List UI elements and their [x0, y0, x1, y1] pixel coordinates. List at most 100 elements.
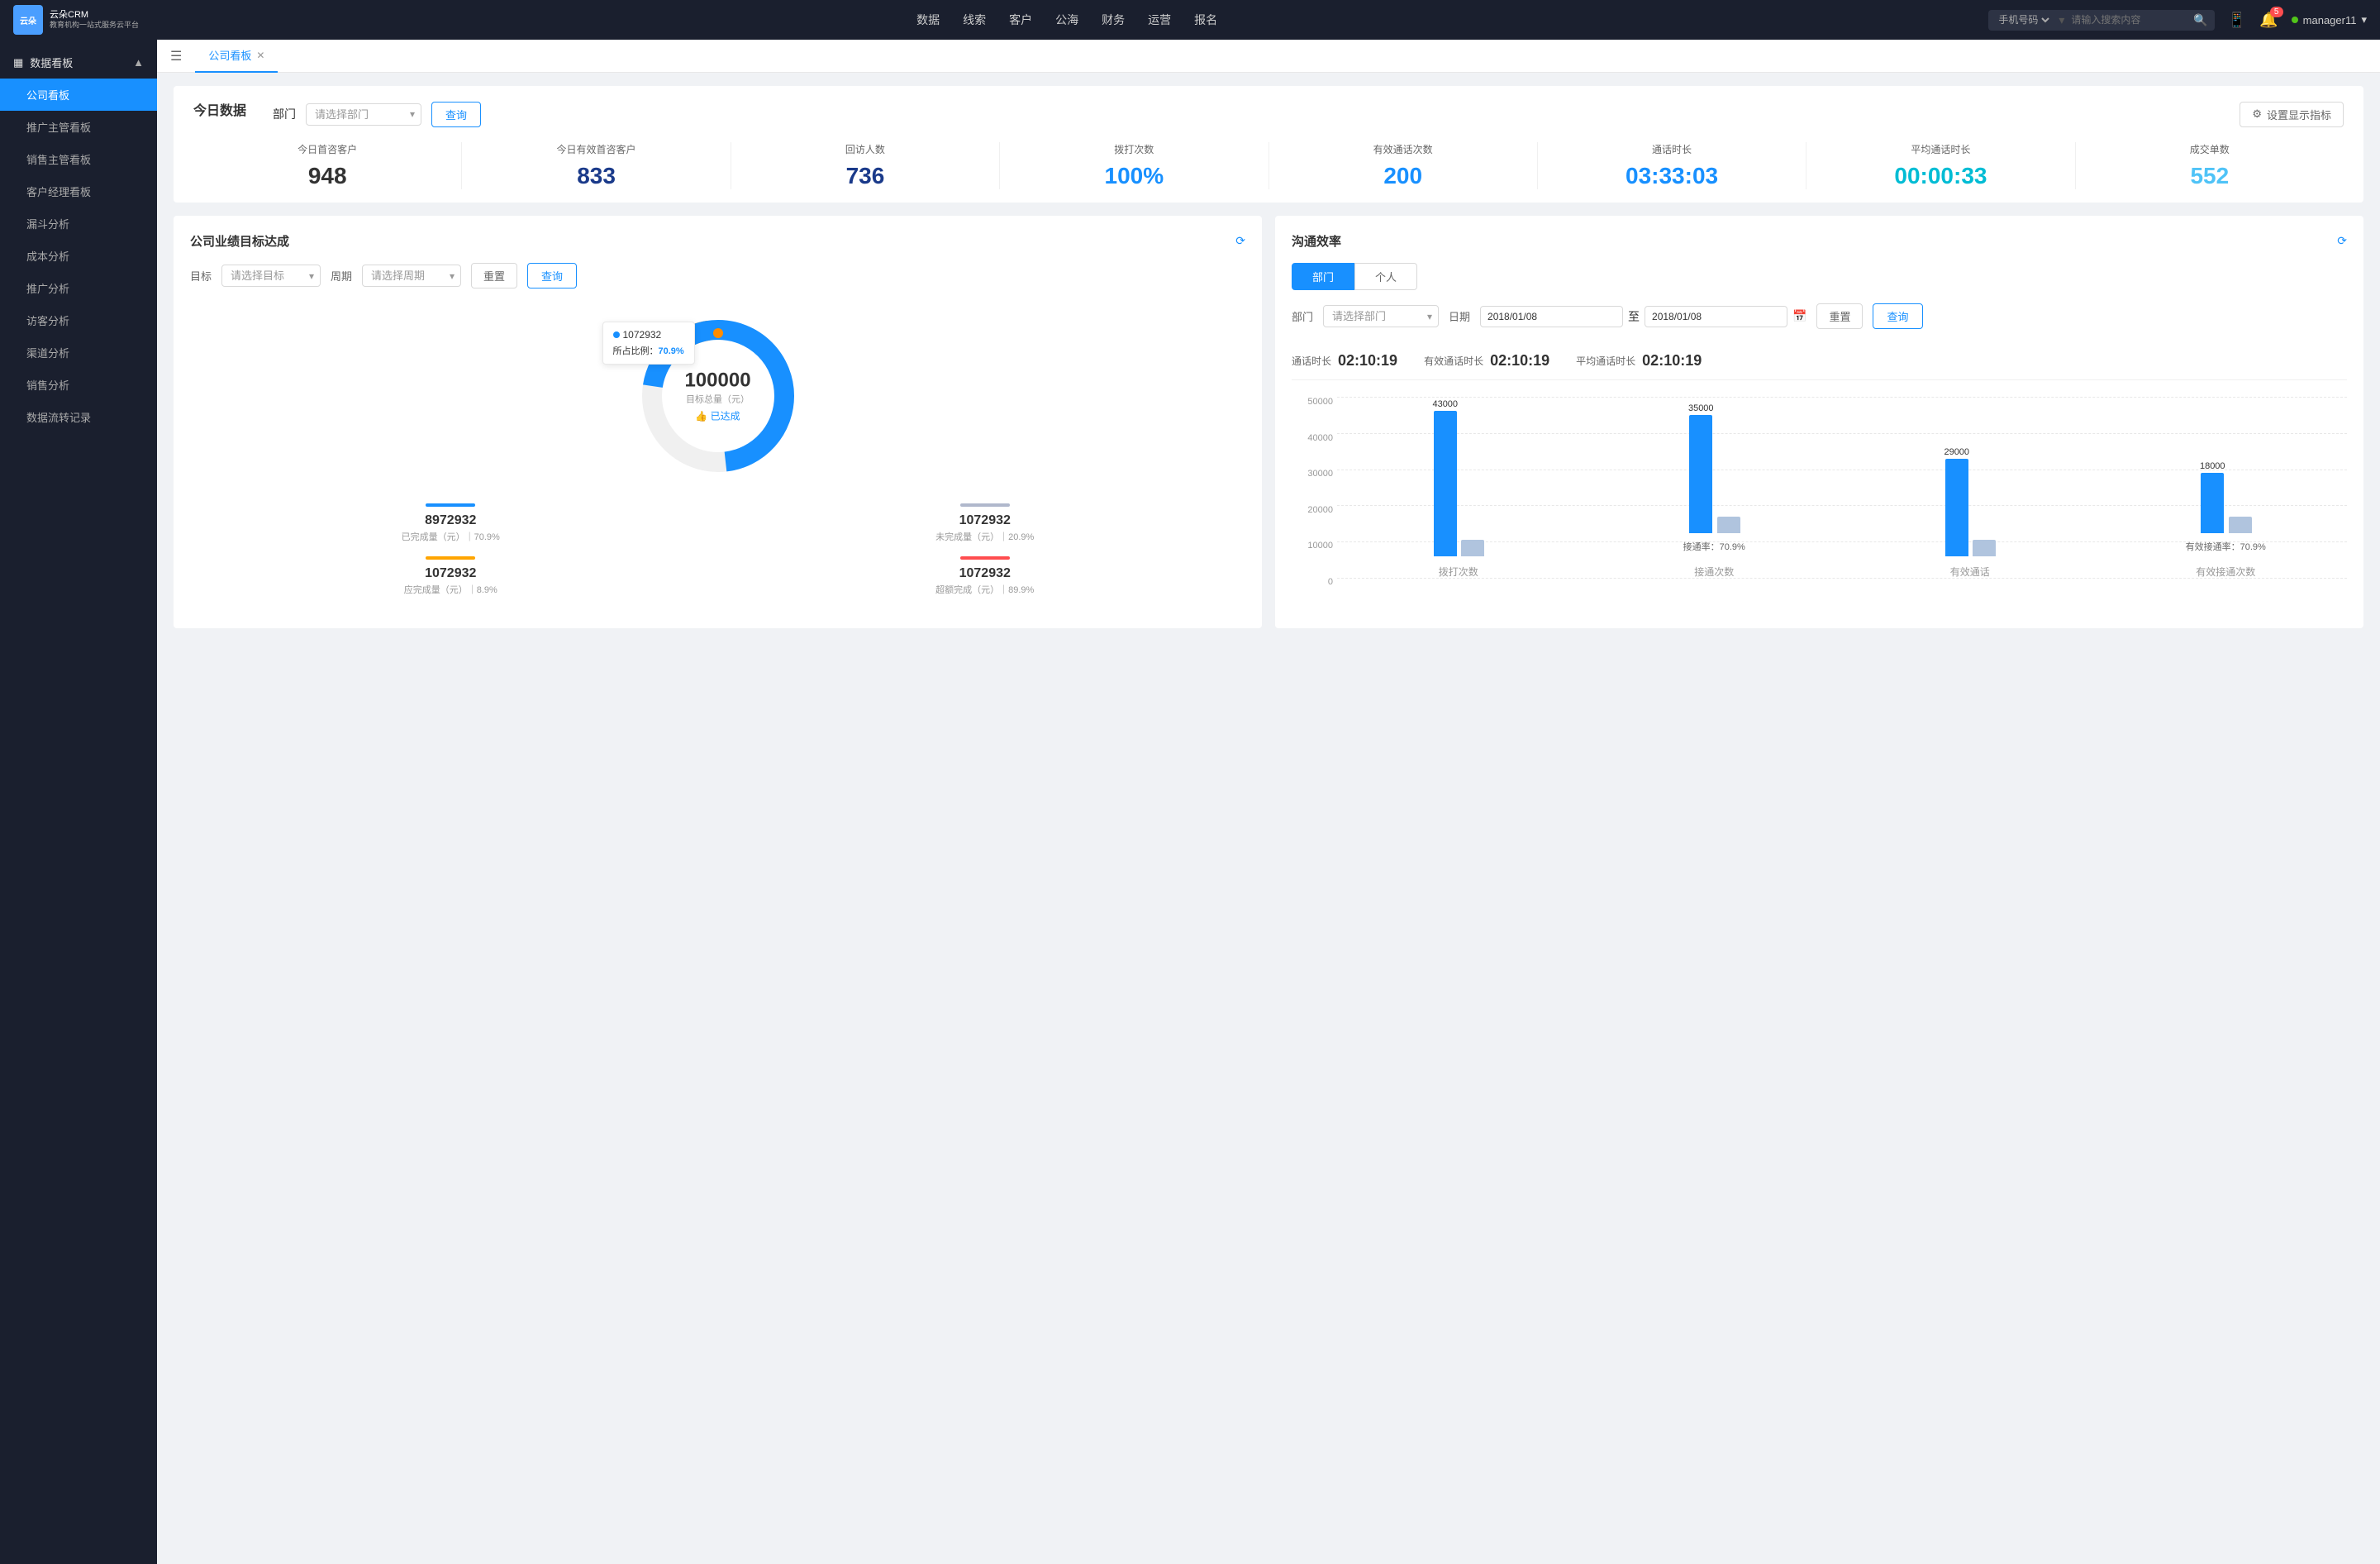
metrics-row: 今日首咨客户948今日有效首咨客户833回访人数736拨打次数100%有效通话次… — [193, 142, 2344, 189]
comm-query-button[interactable]: 查询 — [1873, 303, 1922, 329]
bar-pair: 29000 — [1944, 447, 1996, 556]
target-label: 目标 — [190, 268, 212, 284]
user-info[interactable]: manager11 ▾ — [2292, 13, 2367, 26]
y-axis-label: 50000 — [1292, 397, 1333, 407]
y-axis-label: 40000 — [1292, 433, 1333, 443]
bar — [1945, 459, 1968, 556]
stat-item: 8972932 已完成量（元）｜70.9% — [190, 503, 712, 543]
user-dropdown-icon[interactable]: ▾ — [2361, 13, 2367, 26]
sidebar-item-漏斗分析[interactable]: 漏斗分析 — [0, 207, 157, 240]
nav-item-运营[interactable]: 运营 — [1148, 12, 1171, 28]
comm-tab-个人[interactable]: 个人 — [1354, 263, 1417, 290]
search-input[interactable] — [2071, 14, 2187, 26]
period-select[interactable]: 请选择周期 — [362, 265, 461, 287]
tablet-icon[interactable]: 📱 — [2228, 12, 2246, 29]
bar-group: 43000 拨打次数 — [1337, 399, 1580, 579]
nav-item-线索[interactable]: 线索 — [963, 12, 986, 28]
metric-item: 成交单数552 — [2076, 142, 2344, 189]
notification-icon[interactable]: 🔔 5 — [2259, 12, 2278, 29]
bar — [1461, 540, 1484, 556]
sidebar-header[interactable]: ▦ 数据看板 ▲ — [0, 46, 157, 79]
today-query-button[interactable]: 查询 — [431, 102, 481, 127]
bar-group-name: 拨打次数 — [1439, 565, 1478, 579]
nav-items: 数据 线索 客户 公海 财务 运营 报名 — [145, 12, 1988, 28]
comm-reset-button[interactable]: 重置 — [1816, 303, 1863, 329]
y-axis-label: 20000 — [1292, 505, 1333, 515]
calendar-icon[interactable]: 📅 — [1792, 309, 1806, 323]
target-filter: 目标 请选择目标 周期 请选择周期 重置 — [190, 263, 1245, 288]
comm-tab-部门[interactable]: 部门 — [1292, 263, 1354, 290]
chart-body: 43000 拨打次数 35000 接通率：70.9%接通次数 29000 有效通… — [1337, 397, 2347, 579]
donut-area: 1072932 所占比例：70.9% — [190, 305, 1245, 487]
nav-item-数据[interactable]: 数据 — [916, 12, 940, 28]
comm-refresh-icon[interactable]: ⟳ — [2337, 234, 2347, 248]
sidebar-item-客户经理看板[interactable]: 客户经理看板 — [0, 175, 157, 207]
stat-bar — [960, 503, 1010, 507]
sidebar-toggle[interactable]: ☰ — [170, 48, 182, 64]
target-select[interactable]: 请选择目标 — [221, 265, 321, 287]
notification-badge: 5 — [2270, 7, 2283, 17]
tooltip-dot — [613, 331, 620, 338]
search-icon[interactable]: 🔍 — [2193, 13, 2207, 27]
sidebar-item-推广主管看板[interactable]: 推广主管看板 — [0, 111, 157, 143]
sidebar-item-公司看板[interactable]: 公司看板 — [0, 79, 157, 111]
tab-label: 公司看板 — [208, 47, 251, 63]
target-reset-button[interactable]: 重置 — [471, 263, 517, 288]
target-refresh-icon[interactable]: ⟳ — [1235, 234, 1245, 248]
settings-icon: ⚙ — [2252, 107, 2262, 121]
bar-group-name: 有效接通次数 — [2196, 565, 2255, 579]
donut-center: 100000 目标总量（元） 👍 已达成 — [684, 370, 750, 423]
bar-groups: 43000 拨打次数 35000 接通率：70.9%接通次数 29000 有效通… — [1337, 397, 2347, 579]
sidebar-item-成本分析[interactable]: 成本分析 — [0, 240, 157, 272]
target-panel: 公司业绩目标达成 ⟳ 目标 请选择目标 周期 请选择 — [174, 216, 1262, 628]
sidebar-item-访客分析[interactable]: 访客分析 — [0, 304, 157, 336]
settings-button[interactable]: ⚙ 设置显示指标 — [2240, 102, 2344, 127]
sidebar-item-推广分析[interactable]: 推广分析 — [0, 272, 157, 304]
date-end-input[interactable] — [1645, 306, 1787, 327]
sidebar-item-数据流转记录[interactable]: 数据流转记录 — [0, 401, 157, 433]
bar-group-name: 接通次数 — [1694, 565, 1734, 579]
sidebar-section: ▦ 数据看板 ▲ 公司看板推广主管看板销售主管看板客户经理看板漏斗分析成本分析推… — [0, 40, 157, 440]
date-start-input[interactable] — [1480, 306, 1623, 327]
search-bar: 手机号码 ▾ 🔍 — [1988, 10, 2214, 31]
comm-stats: 通话时长02:10:19有效通话时长02:10:19平均通话时长02:10:19 — [1292, 342, 2347, 380]
y-axis: 50000400003000020000100000 — [1292, 397, 1333, 587]
comm-stat-item: 有效通话时长02:10:19 — [1424, 352, 1549, 370]
bar-chart: 50000400003000020000100000 — [1292, 397, 2347, 612]
today-header: 今日数据 部门 请选择部门 查询 ⚙ — [193, 99, 2344, 129]
logo-text: 云朵CRM 教育机构一站式服务云平台 — [50, 9, 139, 31]
dept-select-wrap: 请选择部门 — [306, 103, 421, 126]
tab-close-icon[interactable]: ✕ — [256, 50, 264, 61]
metric-item: 今日有效首咨客户833 — [462, 142, 731, 189]
comm-panel-title: 沟通效率 — [1292, 232, 1341, 250]
nav-item-报名[interactable]: 报名 — [1194, 12, 1217, 28]
dept-select[interactable]: 请选择部门 — [306, 103, 421, 126]
sidebar-item-渠道分析[interactable]: 渠道分析 — [0, 336, 157, 369]
comm-stat-item: 平均通话时长02:10:19 — [1576, 352, 1702, 370]
sidebar-collapse-icon[interactable]: ▲ — [133, 56, 144, 69]
metric-item: 拨打次数100% — [1000, 142, 1269, 189]
y-axis-label: 0 — [1292, 577, 1333, 587]
two-col: 公司业绩目标达成 ⟳ 目标 请选择目标 周期 请选择 — [174, 216, 2363, 628]
comm-panel-header: 沟通效率 ⟳ — [1292, 232, 2347, 250]
stat-item: 1072932 超额完成（元）｜89.9% — [725, 556, 1246, 596]
top-nav: 云朵 云朵CRM 教育机构一站式服务云平台 数据线索客户公海财务运营报名 手机号… — [0, 0, 2380, 40]
tab-company-dashboard[interactable]: 公司看板 ✕ — [195, 40, 278, 73]
sidebar-item-销售主管看板[interactable]: 销售主管看板 — [0, 143, 157, 175]
bar — [1717, 517, 1740, 533]
bar — [2229, 517, 2252, 533]
bar — [1689, 415, 1712, 533]
nav-item-财务[interactable]: 财务 — [1102, 12, 1125, 28]
search-type-select[interactable]: 手机号码 — [1995, 13, 2052, 26]
dashboard-icon: ▦ — [13, 56, 23, 69]
metric-item: 有效通话次数200 — [1269, 142, 1538, 189]
nav-item-公海[interactable]: 公海 — [1055, 12, 1078, 28]
main-layout: ▦ 数据看板 ▲ 公司看板推广主管看板销售主管看板客户经理看板漏斗分析成本分析推… — [0, 40, 2380, 1564]
comm-dept-select[interactable]: 请选择部门 — [1323, 305, 1439, 327]
sidebar-item-销售分析[interactable]: 销售分析 — [0, 369, 157, 401]
target-query-button[interactable]: 查询 — [527, 263, 577, 288]
metric-item: 平均通话时长00:00:33 — [1806, 142, 2075, 189]
bar — [1973, 540, 1996, 556]
nav-item-客户[interactable]: 客户 — [1009, 12, 1032, 28]
stat-bar — [426, 556, 475, 560]
